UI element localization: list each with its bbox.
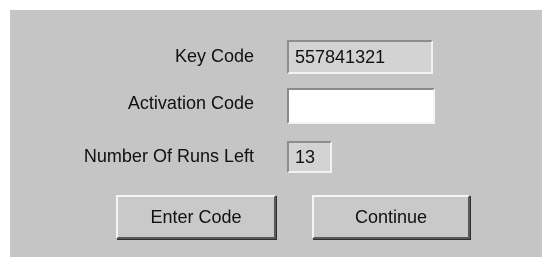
enter-code-button[interactable]: Enter Code	[116, 195, 276, 239]
runs-left-field: 13	[287, 141, 332, 173]
activation-code-label: Activation Code	[127, 93, 254, 113]
key-code-label: Key Code	[174, 46, 254, 66]
continue-button[interactable]: Continue	[312, 195, 470, 239]
runs-left-label: Number Of Runs Left	[83, 146, 254, 166]
activation-code-input[interactable]	[287, 88, 435, 124]
activation-dialog: Key Code 557841321 Activation Code Numbe…	[10, 10, 542, 257]
key-code-field: 557841321	[287, 40, 433, 74]
